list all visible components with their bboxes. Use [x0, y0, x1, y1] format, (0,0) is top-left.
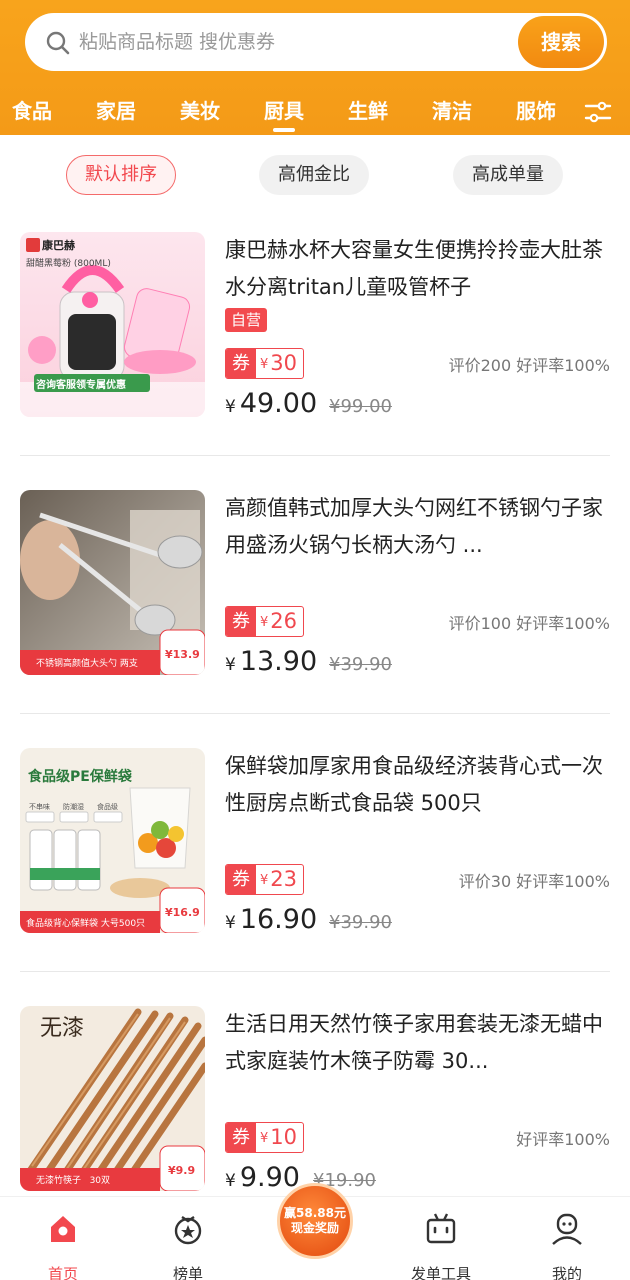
original-price: ¥39.90: [329, 912, 392, 933]
coupon-badge: 券 ¥ 10: [225, 1122, 305, 1153]
product-image[interactable]: 不锈钢高颜值大头勺 两支 ¥13.9: [20, 490, 205, 675]
tab-beauty[interactable]: 美妆: [170, 96, 230, 126]
coupon-currency: ¥: [260, 615, 269, 630]
product-image[interactable]: 无漆 无漆竹筷子 30双 ¥9.9: [20, 1006, 205, 1191]
divider: [20, 971, 610, 972]
user-icon: [552, 1213, 582, 1245]
rating-text: 好评率100%: [516, 1130, 610, 1149]
price-value: 9.90: [239, 1162, 300, 1193]
thumb-price: ¥16.9: [165, 906, 200, 919]
thumb-brand: 康巴赫: [42, 239, 75, 252]
tab-mine-label: 我的: [551, 1265, 582, 1280]
thumb-banner: 食品级背心保鲜袋 大号500只: [26, 919, 146, 929]
price: ¥9.90: [225, 1162, 300, 1193]
thumb-banner: 咨询客服领专属优惠: [36, 380, 126, 391]
coupon-amount: 26: [270, 609, 298, 633]
search-icon: [46, 31, 70, 55]
thumb-price: ¥9.9: [168, 1164, 196, 1177]
category-tabs: 食品 家居 美妆 厨具 生鲜 清洁 服饰: [0, 92, 630, 135]
search-button[interactable]: 搜索: [518, 16, 604, 68]
thumb-price: ¥13.9: [165, 648, 200, 661]
price-value: 13.90: [239, 646, 318, 677]
product-card[interactable]: 康巴赫 甜醋黑莓粉 (800ML) 咨询客服领专属优惠 康巴赫水杯大容量女生便携…: [20, 232, 610, 490]
reward-line-1: 赢58.88元: [284, 1206, 346, 1220]
coupon-amount: 23: [270, 867, 298, 891]
header: 粘贴商品标题 搜优惠券 搜索 食品 家居 美妆 厨具 生鲜 清洁 服饰: [0, 0, 630, 135]
thumb-feature: 食品级: [97, 803, 118, 811]
rating-text: 评价100 好评率100%: [448, 614, 610, 633]
product-title[interactable]: 生活日用天然竹筷子家用套装无漆无蜡中式家庭装竹木筷子防霉 30...: [225, 1006, 610, 1080]
coupon-amount: 10: [270, 1125, 298, 1149]
tab-food[interactable]: 食品: [2, 96, 62, 126]
coupon-badge: 券 ¥ 30: [225, 348, 305, 379]
tab-kitchenware[interactable]: 厨具: [254, 96, 314, 132]
price-value: 16.90: [239, 904, 318, 935]
coupon-badge: 券 ¥ 26: [225, 606, 305, 637]
product-image[interactable]: 康巴赫 甜醋黑莓粉 (800ML) 咨询客服领专属优惠: [20, 232, 205, 417]
tab-tools-label: 发单工具: [410, 1265, 471, 1280]
coupon-label: 券: [226, 1123, 256, 1152]
sort-commission-button[interactable]: 高佣金比: [259, 155, 369, 195]
thumb-feature: 防潮湿: [63, 803, 84, 811]
coupon-currency: ¥: [260, 357, 269, 372]
original-price: ¥39.90: [329, 654, 392, 675]
sort-sales-button[interactable]: 高成单量: [453, 155, 563, 195]
coupon-amount: 30: [270, 351, 298, 375]
coupon-label: 券: [226, 607, 256, 636]
reward-line-2: 现金奖励: [290, 1221, 339, 1235]
thumb-feature: 不串味: [29, 803, 50, 811]
tab-rank[interactable]: 榜单: [148, 1211, 228, 1280]
thumb-name: 甜醋黑莓粉 (800ML): [26, 259, 111, 269]
coupon-label: 券: [226, 865, 256, 894]
thumb-banner: 无漆竹筷子 30双: [36, 1176, 111, 1186]
price: ¥49.00: [225, 388, 317, 419]
thumb-banner: 不锈钢高颜值大头勺 两支: [36, 659, 138, 669]
coupon-label: 券: [226, 349, 256, 378]
price: ¥16.90: [225, 904, 317, 935]
rating-text: 评价30 好评率100%: [458, 872, 610, 891]
coupon-currency: ¥: [260, 1131, 269, 1146]
product-title[interactable]: 高颜值韩式加厚大头勺网红不锈钢勺子家用盛汤火锅勺长柄大汤勺 ...: [225, 490, 610, 564]
self-operated-badge: 自营: [225, 308, 268, 332]
price-value: 49.00: [239, 388, 318, 419]
price-currency: ¥: [225, 913, 236, 933]
tab-home[interactable]: 家居: [86, 96, 146, 126]
search-bar[interactable]: 粘贴商品标题 搜优惠券 搜索: [25, 13, 607, 71]
price-currency: ¥: [225, 1171, 236, 1191]
divider: [20, 455, 610, 456]
tv-robot-icon: [426, 1213, 456, 1244]
tab-home[interactable]: 首页: [23, 1211, 103, 1280]
product-title[interactable]: 康巴赫水杯大容量女生便携拎拎壶大肚茶水分离tritan儿童吸管杯子: [225, 232, 610, 306]
search-input[interactable]: 粘贴商品标题 搜优惠券: [79, 13, 275, 71]
thumb-headline: 食品级PE保鲜袋: [28, 769, 132, 785]
product-card[interactable]: 食品级PE保鲜袋 不串味 防潮湿 食品级 食品级背心保鲜袋 大号500只 ¥16…: [20, 748, 610, 1006]
tab-mine[interactable]: 我的: [527, 1211, 607, 1280]
tab-clothing[interactable]: 服饰: [506, 96, 566, 126]
medal-icon: [174, 1216, 202, 1245]
tab-cleaning[interactable]: 清洁: [422, 96, 482, 126]
product-card[interactable]: 不锈钢高颜值大头勺 两支 ¥13.9 高颜值韩式加厚大头勺网红不锈钢勺子家用盛汤…: [20, 490, 610, 748]
tab-home-label: 首页: [47, 1265, 78, 1280]
home-icon: [51, 1216, 75, 1242]
price: ¥13.90: [225, 646, 317, 677]
product-title[interactable]: 保鲜袋加厚家用食品级经济装背心式一次性厨房点断式食品袋 500只: [225, 748, 610, 822]
sort-bar: 默认排序 高佣金比 高成单量: [0, 135, 630, 215]
tab-fresh[interactable]: 生鲜: [338, 96, 398, 126]
coupon-currency: ¥: [260, 873, 269, 888]
coupon-badge: 券 ¥ 23: [225, 864, 305, 895]
filter-icon[interactable]: [583, 97, 613, 127]
thumb-headline: 无漆: [40, 1016, 85, 1041]
sort-default-button[interactable]: 默认排序: [66, 155, 176, 195]
price-currency: ¥: [225, 397, 236, 417]
cash-reward-button[interactable]: 赢58.88元 现金奖励: [277, 1183, 353, 1259]
price-currency: ¥: [225, 655, 236, 675]
original-price: ¥99.00: [329, 396, 392, 417]
tab-rank-label: 榜单: [172, 1265, 203, 1280]
divider: [20, 713, 610, 714]
rating-text: 评价200 好评率100%: [448, 356, 610, 375]
tab-tools[interactable]: 发单工具: [401, 1211, 481, 1280]
product-image[interactable]: 食品级PE保鲜袋 不串味 防潮湿 食品级 食品级背心保鲜袋 大号500只 ¥16…: [20, 748, 205, 933]
